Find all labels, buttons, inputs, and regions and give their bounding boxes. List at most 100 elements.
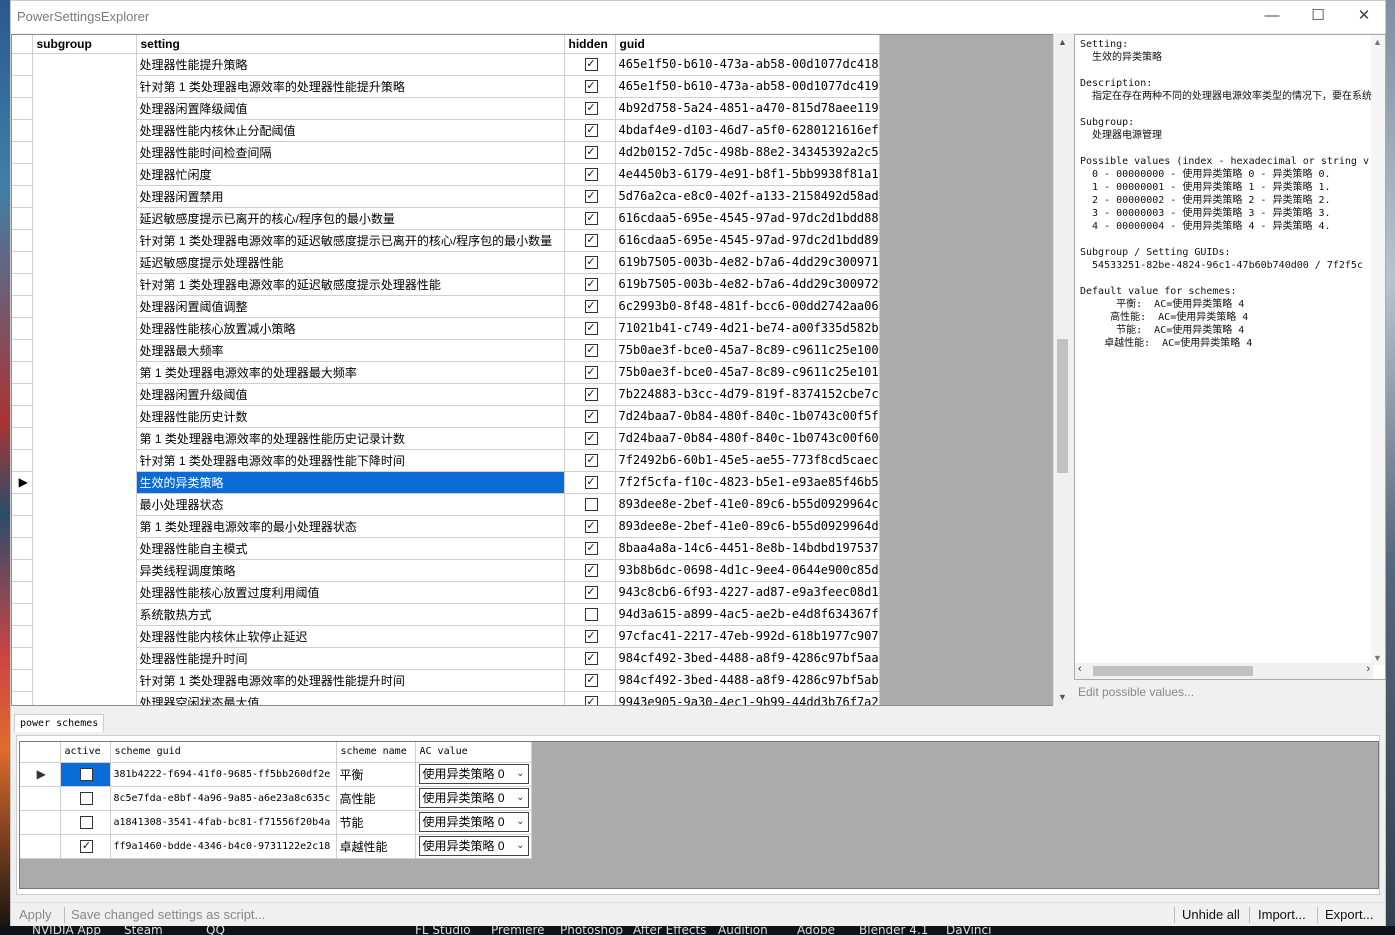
guid-cell[interactable]: 7f2492b6-60b1-45e5-ae55-773f8cd5caec bbox=[615, 449, 880, 472]
scheme-row[interactable]: 8c5e7fda-e8bf-4a96-9a85-a6e23a8c635c 高性能使… bbox=[20, 786, 532, 811]
table-row[interactable]: 处理器性能内核休止分配阈值 ✓ 4bdaf4e9-d103-46d7-a5f0-62… bbox=[12, 119, 880, 142]
setting-cell[interactable]: 延迟敏感度提示处理器性能 bbox=[136, 251, 565, 274]
column-header-hidden[interactable]: hidden bbox=[564, 35, 616, 54]
column-header-setting[interactable]: setting bbox=[136, 35, 565, 54]
scheme-guid-cell[interactable]: 381b4222-f694-41f0-9685-ff5bb260df2e bbox=[110, 762, 337, 787]
guid-cell[interactable]: 4bdaf4e9-d103-46d7-a5f0-6280121616ef bbox=[615, 119, 880, 142]
hidden-checkbox[interactable]: ✓ bbox=[584, 674, 598, 688]
scroll-up-icon[interactable]: ▲ bbox=[1054, 34, 1071, 51]
detail-scroll-thumb[interactable] bbox=[1093, 666, 1253, 676]
setting-cell[interactable]: 异类线程调度策略 bbox=[136, 559, 565, 582]
ac-value-cell[interactable]: 使用异类策略 0 ⌄ bbox=[415, 810, 532, 835]
hidden-cell[interactable]: ✓ bbox=[564, 75, 616, 98]
settings-grid[interactable]: subgroup setting hidden guid 处理器性能提升策略 ✓ 4… bbox=[11, 34, 1067, 706]
close-button[interactable]: ✕ bbox=[1341, 1, 1387, 33]
hidden-checkbox[interactable]: ✓ bbox=[584, 564, 598, 578]
ac-value-dropdown[interactable]: 使用异类策略 0 ⌄ bbox=[418, 764, 529, 784]
active-cell[interactable] bbox=[60, 810, 111, 835]
setting-cell[interactable]: 延迟敏感度提示已离开的核心/程序包的最小数量 bbox=[136, 207, 565, 230]
row-header[interactable] bbox=[12, 361, 33, 384]
taskbar-item[interactable]: Adobe bbox=[797, 926, 835, 935]
guid-cell[interactable]: 619b7505-003b-4e82-b7a6-4dd29c300971 bbox=[615, 251, 880, 274]
ac-value-dropdown[interactable]: 使用异类策略 0 ⌄ bbox=[418, 788, 529, 808]
setting-cell[interactable]: 针对第 1 类处理器电源效率的处理器性能提升时间 bbox=[136, 669, 565, 692]
detail-scroll-left-icon[interactable]: ‹ bbox=[1078, 663, 1082, 675]
setting-cell[interactable]: 处理器最大频率 bbox=[136, 339, 565, 362]
scroll-thumb[interactable] bbox=[1057, 339, 1068, 473]
hidden-cell[interactable]: ✓ bbox=[564, 581, 616, 604]
row-header[interactable] bbox=[12, 427, 33, 450]
guid-cell[interactable]: 7b224883-b3cc-4d79-819f-8374152cbe7c bbox=[615, 383, 880, 406]
hidden-cell[interactable]: ✓ bbox=[564, 273, 616, 296]
row-header[interactable] bbox=[12, 449, 33, 472]
ac-value-cell[interactable]: 使用异类策略 0 ⌄ bbox=[415, 834, 532, 859]
guid-cell[interactable]: 94d3a615-a899-4ac5-ae2b-e4d8f634367f bbox=[615, 603, 880, 626]
active-cell[interactable]: ✓ bbox=[60, 834, 111, 859]
table-row[interactable]: 针对第 1 类处理器电源效率的延迟敏感度提示处理器性能 ✓ 619b7505-003… bbox=[12, 273, 880, 296]
row-header[interactable] bbox=[12, 141, 33, 164]
hidden-checkbox[interactable] bbox=[584, 608, 598, 622]
row-header[interactable] bbox=[12, 229, 33, 252]
table-row[interactable]: 处理器闲置降级阈值 ✓ 4b92d758-5a24-4851-a470-815d78… bbox=[12, 97, 880, 120]
edit-possible-values-link[interactable]: Edit possible values... bbox=[1078, 685, 1194, 699]
unhide-all-button[interactable]: Unhide all bbox=[1178, 907, 1244, 922]
hidden-cell[interactable]: ✓ bbox=[564, 53, 616, 76]
import-button[interactable]: Import... bbox=[1254, 907, 1310, 922]
hidden-checkbox[interactable]: ✓ bbox=[584, 344, 598, 358]
scheme-row[interactable]: a1841308-3541-4fab-bc81-f71556f20b4a 节能 使用… bbox=[20, 810, 532, 835]
scheme-name-cell[interactable]: 平衡 bbox=[336, 762, 416, 787]
guid-cell[interactable]: 9943e905-9a30-4ec1-9b99-44dd3b76f7a2 bbox=[615, 691, 880, 705]
row-header[interactable] bbox=[12, 339, 33, 362]
hidden-cell[interactable]: ✓ bbox=[564, 691, 616, 705]
row-header[interactable] bbox=[12, 317, 33, 340]
row-header[interactable] bbox=[12, 273, 33, 296]
setting-cell[interactable]: 第 1 类处理器电源效率的处理器性能历史记录计数 bbox=[136, 427, 565, 450]
setting-cell[interactable]: 针对第 1 类处理器电源效率的延迟敏感度提示处理器性能 bbox=[136, 273, 565, 296]
hidden-checkbox[interactable]: ✓ bbox=[584, 322, 598, 336]
table-row[interactable]: ▶ 生效的异类策略 ✓ 7f2f5cfa-f10c-4823-b5e1-e93ae85… bbox=[12, 471, 880, 494]
scheme-row-header[interactable] bbox=[20, 810, 61, 835]
table-row[interactable]: 针对第 1 类处理器电源效率的延迟敏感度提示已离开的核心/程序包的最小数量 ✓ 61… bbox=[12, 229, 880, 252]
column-header-scheme-guid[interactable]: scheme guid bbox=[110, 742, 337, 763]
guid-cell[interactable]: 7f2f5cfa-f10c-4823-b5e1-e93ae85f46b5 bbox=[615, 471, 880, 494]
active-checkbox[interactable] bbox=[80, 792, 93, 806]
table-row[interactable]: 延迟敏感度提示已离开的核心/程序包的最小数量 ✓ 616cdaa5-695e-454… bbox=[12, 207, 880, 230]
hidden-cell[interactable]: ✓ bbox=[564, 383, 616, 406]
column-header-active[interactable]: active bbox=[60, 742, 111, 763]
ac-value-cell[interactable]: 使用异类策略 0 ⌄ bbox=[415, 786, 532, 811]
table-row[interactable]: 处理器闲置阈值调整 ✓ 6c2993b0-8f48-481f-bcc6-00dd27… bbox=[12, 295, 880, 318]
hidden-cell[interactable]: ✓ bbox=[564, 339, 616, 362]
setting-cell[interactable]: 处理器性能时间检查间隔 bbox=[136, 141, 565, 164]
hidden-cell[interactable]: ✓ bbox=[564, 669, 616, 692]
hidden-cell[interactable]: ✓ bbox=[564, 317, 616, 340]
taskbar-item[interactable]: QQ bbox=[206, 926, 225, 935]
guid-cell[interactable]: 465e1f50-b610-473a-ab58-00d1077dc418 bbox=[615, 53, 880, 76]
hidden-cell[interactable]: ✓ bbox=[564, 537, 616, 560]
table-row[interactable]: 处理器闲置禁用 ✓ 5d76a2ca-e8c0-402f-a133-2158492d… bbox=[12, 185, 880, 208]
guid-cell[interactable]: 943c8cb6-6f93-4227-ad87-e9a3feec08d1 bbox=[615, 581, 880, 604]
scheme-name-cell[interactable]: 高性能 bbox=[336, 786, 416, 811]
setting-cell[interactable]: 处理器闲置禁用 bbox=[136, 185, 565, 208]
active-cell[interactable] bbox=[60, 762, 111, 787]
row-header[interactable] bbox=[12, 493, 33, 516]
guid-cell[interactable]: 984cf492-3bed-4488-a8f9-4286c97bf5aa bbox=[615, 647, 880, 670]
hidden-cell[interactable]: ✓ bbox=[564, 207, 616, 230]
scheme-guid-cell[interactable]: ff9a1460-bdde-4346-b4c0-9731122e2c18 bbox=[110, 834, 337, 859]
hidden-cell[interactable]: ✓ bbox=[564, 295, 616, 318]
schemes-grid[interactable]: active scheme guid scheme name AC value … bbox=[19, 741, 1379, 889]
table-row[interactable]: 延迟敏感度提示处理器性能 ✓ 619b7505-003b-4e82-b7a6-4dd… bbox=[12, 251, 880, 274]
hidden-checkbox[interactable]: ✓ bbox=[584, 234, 598, 248]
hidden-checkbox[interactable]: ✓ bbox=[584, 300, 598, 314]
table-row[interactable]: 处理器空闲状态最大值 ✓ 9943e905-9a30-4ec1-9b99-44dd3… bbox=[12, 691, 880, 705]
column-header-subgroup[interactable]: subgroup bbox=[32, 35, 137, 54]
setting-cell[interactable]: 针对第 1 类处理器电源效率的处理器性能下降时间 bbox=[136, 449, 565, 472]
hidden-checkbox[interactable]: ✓ bbox=[584, 102, 598, 116]
setting-cell[interactable]: 处理器性能核心放置过度利用阈值 bbox=[136, 581, 565, 604]
table-row[interactable]: 第 1 类处理器电源效率的处理器最大频率 ✓ 75b0ae3f-bce0-45a7-… bbox=[12, 361, 880, 384]
scheme-row[interactable]: ▶ 381b4222-f694-41f0-9685-ff5bb260df2e 平衡使… bbox=[20, 762, 532, 787]
table-row[interactable]: 处理器性能核心放置减小策略 ✓ 71021b41-c749-4d21-be74-a0… bbox=[12, 317, 880, 340]
active-checkbox[interactable] bbox=[80, 768, 93, 782]
setting-cell[interactable]: 处理器性能内核休止软停止延迟 bbox=[136, 625, 565, 648]
hidden-checkbox[interactable]: ✓ bbox=[584, 586, 598, 600]
row-header[interactable] bbox=[12, 295, 33, 318]
